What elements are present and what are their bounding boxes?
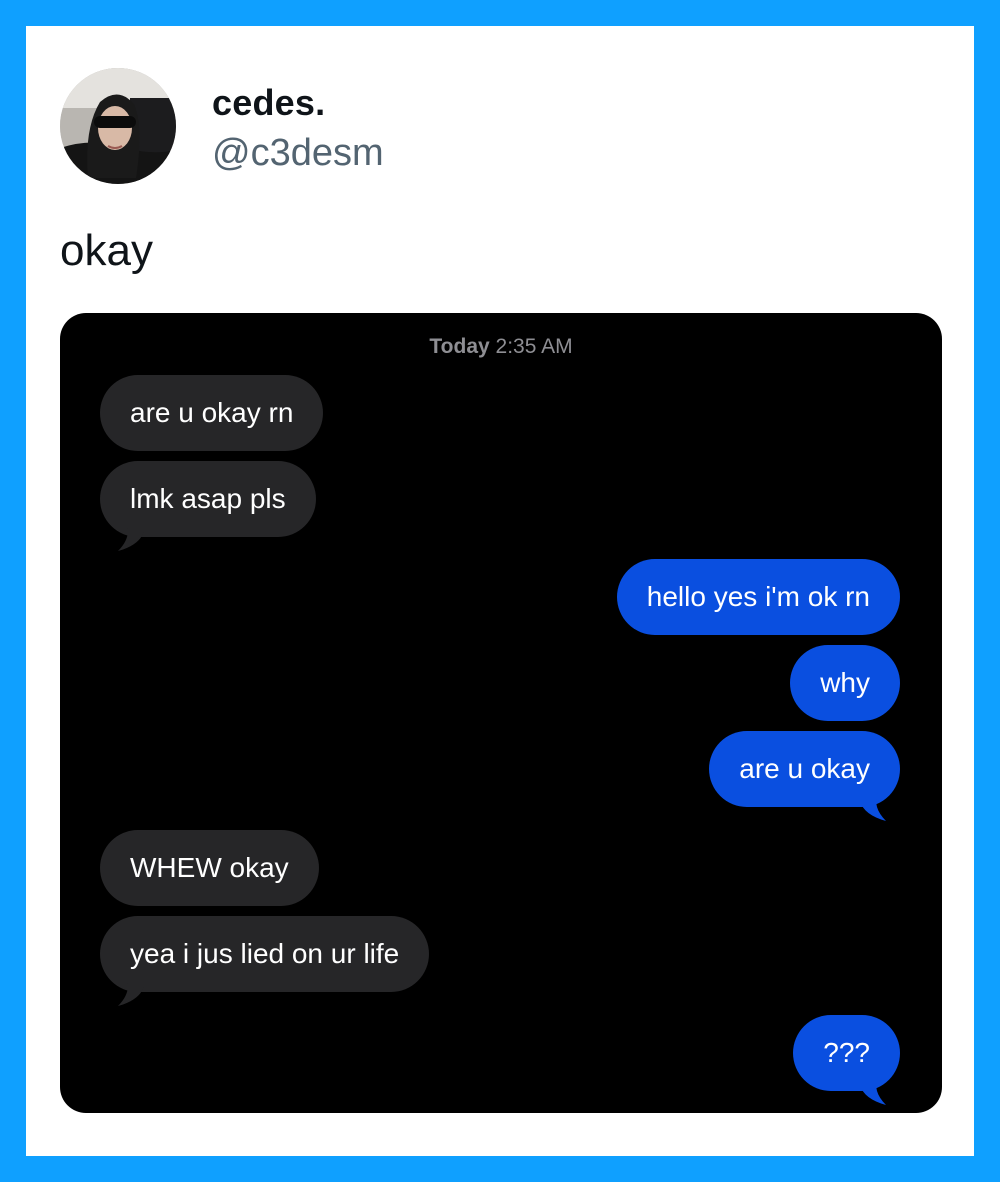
- timestamp-day: Today: [429, 335, 490, 358]
- conversation-timestamp: Today 2:35 AM: [60, 335, 942, 359]
- avatar-photo: [60, 68, 176, 184]
- blue-border-frame: cedes. @c3desm okay Today 2:35 AM are u …: [0, 0, 1000, 1182]
- message-bubble-incoming: yea i jus lied on ur life: [100, 916, 430, 992]
- tweet-card: cedes. @c3desm okay Today 2:35 AM are u …: [26, 26, 974, 1156]
- bubble-tail-incoming: [118, 978, 144, 1006]
- user-handle[interactable]: @c3desm: [212, 132, 384, 175]
- message-screenshot[interactable]: Today 2:35 AM are u okay rn lmk asap pls…: [60, 313, 942, 1113]
- bubble-tail-outgoing: [860, 1077, 886, 1105]
- bubble-tail-outgoing: [860, 793, 886, 821]
- message-bubble-incoming: WHEW okay: [100, 830, 319, 906]
- timestamp-time: 2:35 AM: [495, 335, 573, 358]
- display-name[interactable]: cedes.: [212, 82, 325, 124]
- message-bubble-outgoing: why: [790, 645, 900, 721]
- tweet-text: okay: [60, 226, 153, 275]
- bubble-tail-incoming: [118, 523, 144, 551]
- message-bubble-outgoing: hello yes i'm ok rn: [616, 559, 900, 635]
- message-bubble-incoming: are u okay rn: [100, 375, 324, 451]
- avatar[interactable]: [60, 68, 176, 184]
